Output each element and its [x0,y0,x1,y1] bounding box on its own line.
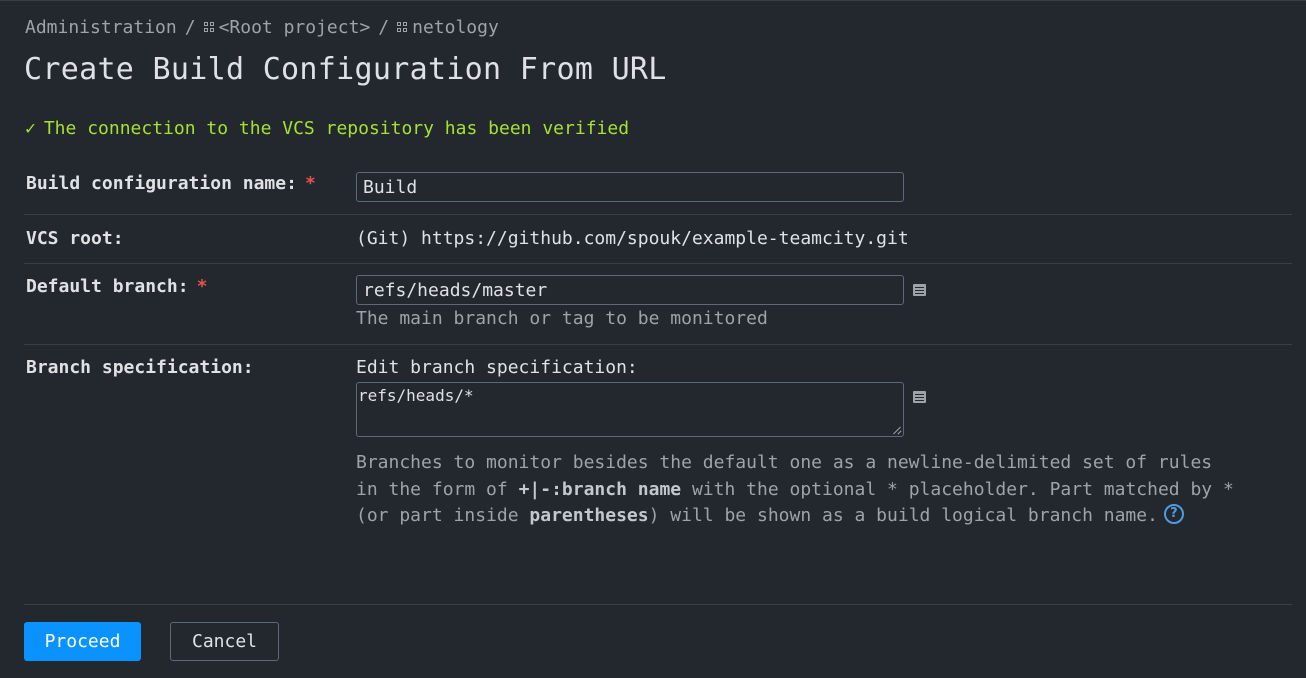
top-border [0,0,1306,1]
verification-text: The connection to the VCS repository has… [43,118,630,139]
project-icon [397,21,409,34]
divider [24,344,1292,345]
breadcrumb-root-project[interactable]: <Root project> [219,17,371,38]
list-icon[interactable] [913,284,926,296]
default-branch-label-text: Default branch: [26,276,189,297]
checkmark-icon: ✓ [25,118,36,139]
branch-spec-hint: Branches to monitor besides the default … [356,450,1236,530]
help-icon[interactable]: ? [1163,504,1184,524]
breadcrumb-separator: / [184,17,196,38]
build-name-label: Build configuration name: * [26,173,316,194]
breadcrumb: Administration / <Root project> / netolo… [25,17,499,38]
required-mark: * [196,276,208,297]
resize-handle[interactable] [893,426,902,435]
divider [24,604,1292,605]
build-name-label-text: Build configuration name: [26,173,297,194]
vcs-root-label: VCS root: [26,228,124,249]
branch-spec-label: Branch specification: [26,357,254,378]
verification-message: ✓ The connection to the VCS repository ha… [25,118,629,139]
page-title: Create Build Configuration From URL [24,52,667,87]
build-name-input[interactable] [356,172,904,202]
default-branch-label: Default branch: * [26,276,207,297]
hint-bold-parentheses: parentheses [529,505,649,526]
vcs-root-value: (Git) https://github.com/spouk/example-t… [356,228,909,249]
branch-spec-textarea[interactable]: refs/heads/* [356,382,904,437]
create-build-configuration-page: Administration / <Root project> / netolo… [0,0,1306,678]
required-mark: * [304,173,316,194]
breadcrumb-separator: / [378,17,390,38]
project-icon [203,21,216,34]
default-branch-hint: The main branch or tag to be monitored [356,308,768,329]
list-icon[interactable] [913,391,926,403]
cancel-button[interactable]: Cancel [170,622,279,661]
breadcrumb-netology[interactable]: netology [412,17,499,38]
divider [24,263,1292,264]
branch-spec-edit-label: Edit branch specification: [356,357,638,378]
proceed-button[interactable]: Proceed [24,622,141,661]
hint-bold-syntax: +|-:branch name [518,478,682,500]
default-branch-input[interactable] [356,275,904,305]
divider [24,214,1292,215]
hint-text: ) will be shown as a build logical branc… [648,505,1158,526]
breadcrumb-administration[interactable]: Administration [25,17,177,38]
